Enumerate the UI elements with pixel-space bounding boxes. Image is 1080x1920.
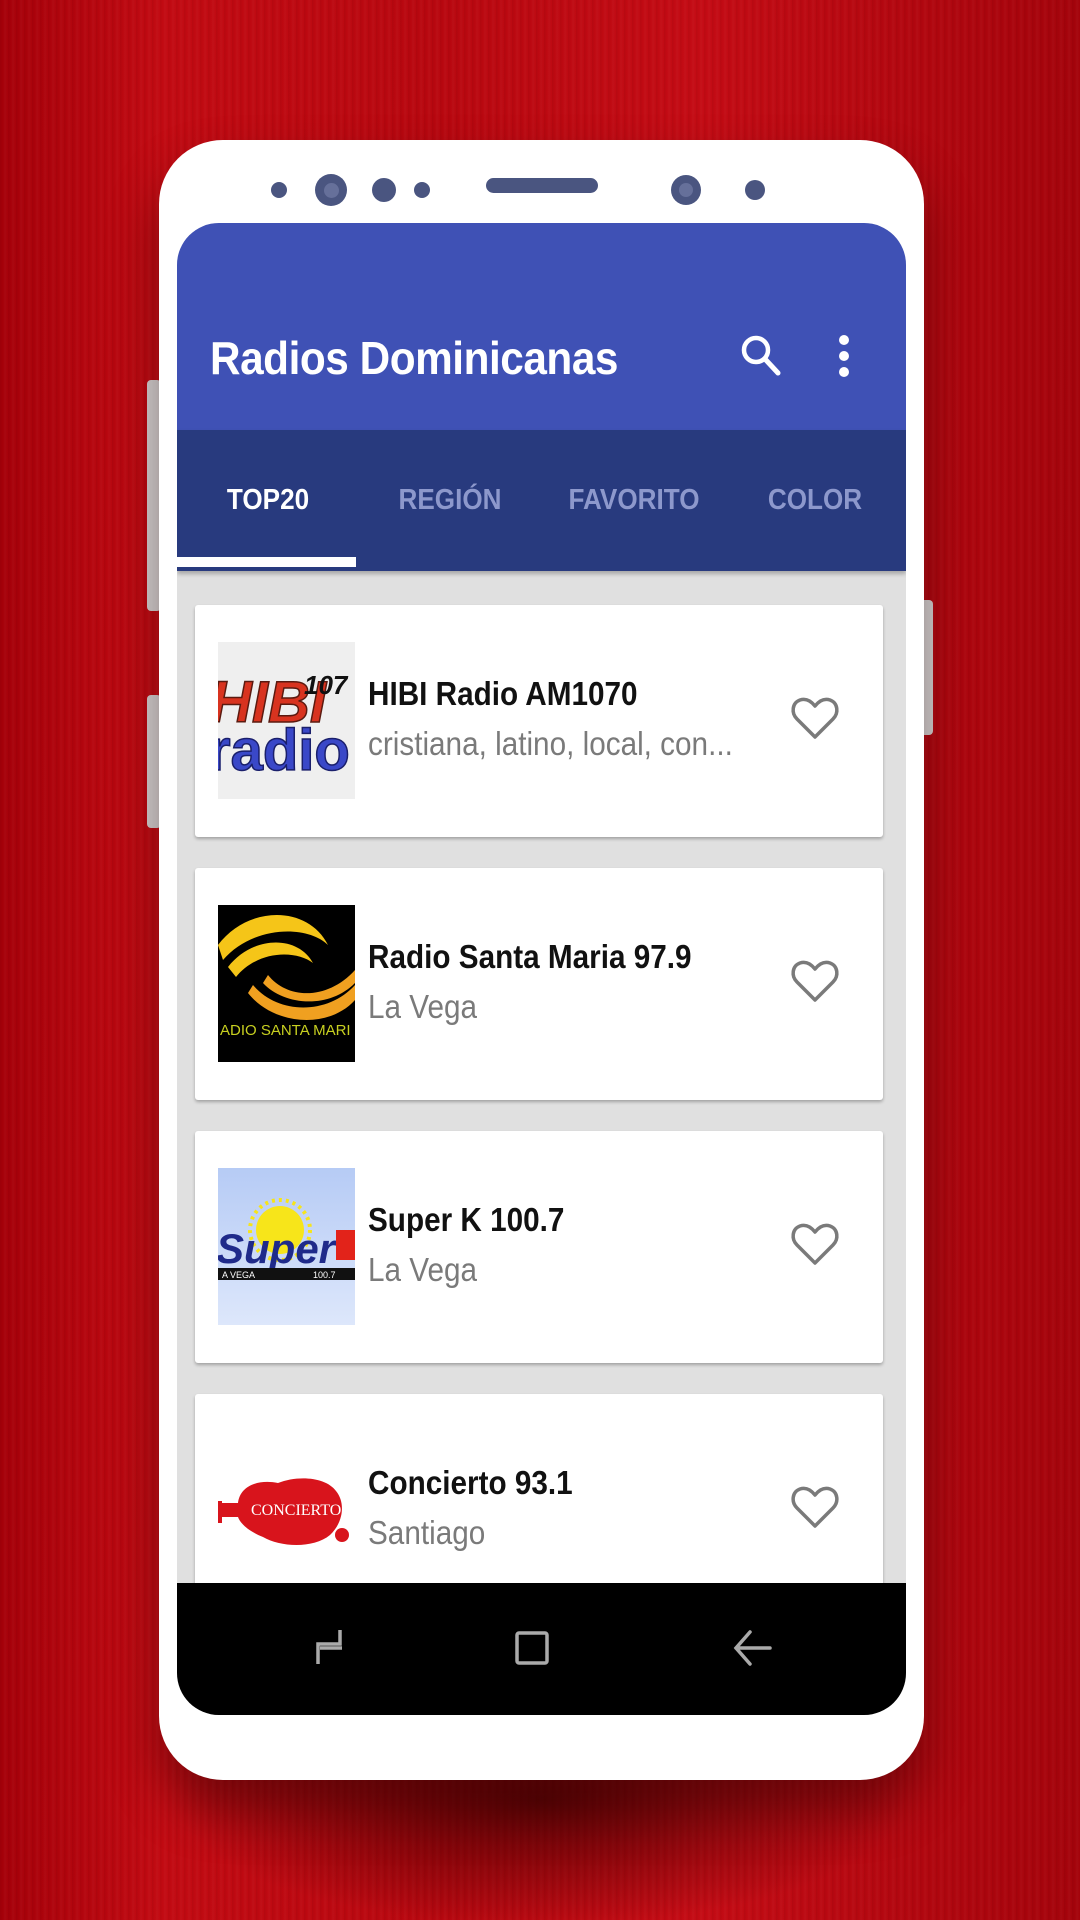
heart-outline-icon xyxy=(791,1223,839,1265)
phone-screen: Radios Dominicanas TOP20 REGIÓN FAVORITO… xyxy=(177,223,906,1715)
svg-text:radio: radio xyxy=(218,718,350,783)
recents-icon xyxy=(316,1630,342,1664)
station-logo: ADIO SANTA MARI xyxy=(218,905,355,1062)
recents-button[interactable] xyxy=(297,1613,367,1683)
tab-favorito[interactable]: FAVORITO xyxy=(552,430,716,571)
search-icon xyxy=(741,335,781,376)
svg-text:A VEGA: A VEGA xyxy=(222,1270,255,1280)
search-button[interactable] xyxy=(737,331,787,381)
tab-bar: TOP20 REGIÓN FAVORITO COLOR xyxy=(177,430,906,571)
station-list[interactable]: HIBI 107 radio HIBI Radio AM1070 cristia… xyxy=(177,571,906,1715)
station-logo: HIBI 107 radio xyxy=(218,642,355,799)
sensor-dot xyxy=(745,180,765,200)
home-icon xyxy=(515,1631,549,1665)
station-card[interactable]: ADIO SANTA MARI Radio Santa Maria 97.9 L… xyxy=(195,868,883,1100)
sensor-dot xyxy=(414,182,430,198)
overflow-menu-button[interactable] xyxy=(829,331,859,381)
station-subtitle: Santiago xyxy=(368,1514,486,1551)
station-name: Radio Santa Maria 97.9 xyxy=(368,938,692,975)
svg-text:Super: Super xyxy=(218,1225,338,1272)
station-subtitle: La Vega xyxy=(368,988,478,1025)
svg-text:107: 107 xyxy=(304,670,349,700)
station-subtitle: La Vega xyxy=(368,1251,478,1288)
station-card[interactable]: HIBI 107 radio HIBI Radio AM1070 cristia… xyxy=(195,605,883,837)
more-vert-icon xyxy=(839,335,849,377)
station-name: Concierto 93.1 xyxy=(368,1464,573,1501)
svg-text:100.7: 100.7 xyxy=(313,1270,336,1280)
heart-outline-icon xyxy=(791,1486,839,1528)
app-title: Radios Dominicanas xyxy=(210,332,618,384)
front-camera-icon xyxy=(315,174,347,206)
app-bar: Radios Dominicanas xyxy=(177,223,906,430)
back-icon xyxy=(733,1630,772,1666)
station-name: HIBI Radio AM1070 xyxy=(368,675,638,712)
tab-region[interactable]: REGIÓN xyxy=(368,430,532,571)
heart-outline-icon xyxy=(791,697,839,739)
system-nav-bar xyxy=(177,1583,906,1715)
tab-top20[interactable]: TOP20 xyxy=(186,430,350,571)
station-name: Super K 100.7 xyxy=(368,1201,565,1238)
svg-text:ADIO SANTA MARI: ADIO SANTA MARI xyxy=(220,1022,351,1039)
svg-text:CONCIERTO: CONCIERTO xyxy=(251,1502,341,1519)
favorite-button[interactable] xyxy=(790,1219,840,1269)
station-subtitle: cristiana, latino, local, con... xyxy=(368,725,733,762)
earpiece-speaker xyxy=(486,178,598,193)
heart-outline-icon xyxy=(791,960,839,1002)
home-button[interactable] xyxy=(497,1613,567,1683)
back-button[interactable] xyxy=(717,1613,787,1683)
station-logo: CONCIERTO xyxy=(218,1431,355,1588)
tab-color[interactable]: COLOR xyxy=(733,430,897,571)
sensor-dot xyxy=(372,178,396,202)
favorite-button[interactable] xyxy=(790,693,840,743)
active-tab-indicator xyxy=(177,557,356,567)
station-card[interactable]: Super A VEGA 100.7 Super K 100.7 La Vega xyxy=(195,1131,883,1363)
favorite-button[interactable] xyxy=(790,1482,840,1532)
station-logo: Super A VEGA 100.7 xyxy=(218,1168,355,1325)
sensor-dot xyxy=(271,182,287,198)
favorite-button[interactable] xyxy=(790,956,840,1006)
iris-camera-icon xyxy=(671,175,701,205)
